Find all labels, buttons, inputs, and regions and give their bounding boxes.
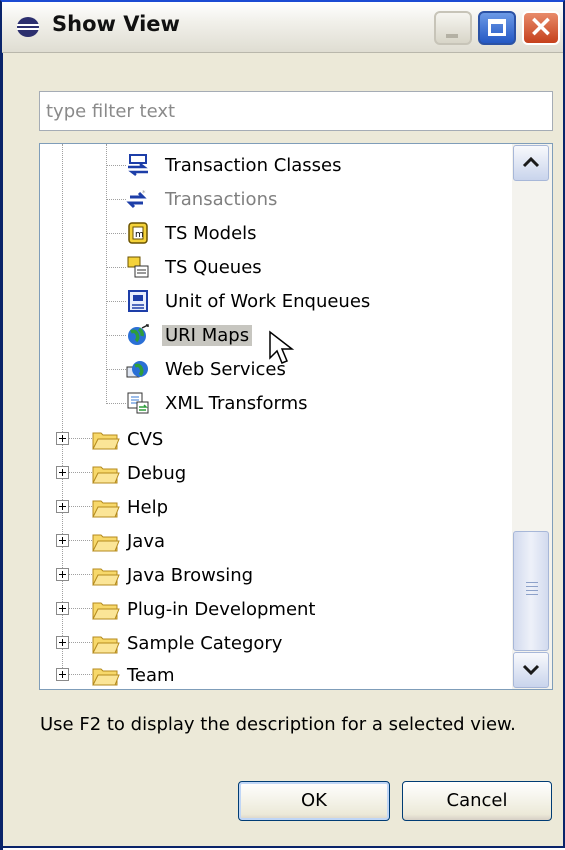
folder-icon (92, 534, 120, 552)
folder-icon (92, 568, 120, 586)
close-button[interactable]: × (522, 9, 560, 45)
tree-branch (106, 267, 126, 268)
svg-text:m: m (135, 230, 144, 240)
tree-category-team[interactable]: Team (40, 658, 510, 689)
tree-item-label: Unit of Work Enqueues (165, 291, 371, 312)
maximize-icon (488, 19, 506, 36)
tree-item-transaction-classes[interactable]: Transaction Classes (40, 148, 510, 182)
window-edge (0, 2, 3, 850)
view-tree: Transaction Classes * Transactions m TS … (39, 143, 553, 690)
tree-item-label: Transaction Classes (165, 155, 342, 176)
tree-item-label: XML Transforms (165, 393, 308, 414)
tree-category-java-browsing[interactable]: Java Browsing (40, 558, 510, 592)
filter-input[interactable] (39, 91, 553, 131)
expand-icon[interactable] (56, 500, 69, 513)
expand-icon[interactable] (56, 602, 69, 615)
tree-item-label: TS Models (165, 223, 257, 244)
grip-icon (526, 582, 538, 598)
chevron-up-icon (522, 156, 540, 168)
eclipse-icon (17, 17, 39, 37)
tree-category-help[interactable]: Help (40, 490, 510, 524)
folder-icon (92, 500, 120, 518)
tree-branch (68, 674, 92, 675)
tree-branch (106, 233, 126, 234)
tree-item-ts-queues[interactable]: TS Queues (40, 250, 510, 284)
tree-item-label: Java (127, 531, 166, 552)
xml-transforms-icon (127, 392, 149, 414)
expand-icon[interactable] (56, 466, 69, 479)
minimize-button[interactable] (434, 11, 472, 45)
ts-models-icon: m (128, 222, 148, 244)
folder-icon (92, 432, 120, 450)
tree-category-plug-in-development[interactable]: Plug-in Development (40, 592, 510, 626)
tree-item-label: CVS (127, 429, 164, 450)
web-services-icon (126, 361, 148, 378)
tree-branch (68, 574, 92, 575)
tree-branch (106, 335, 126, 336)
description-hint: Use F2 to display the description for a … (40, 714, 516, 735)
tree-category-java[interactable]: Java (40, 524, 510, 558)
folder-icon (92, 668, 120, 686)
tree-item-label: Help (127, 497, 169, 518)
tree-branch (106, 369, 126, 370)
tree-item-label: Java Browsing (127, 565, 254, 586)
expand-icon[interactable] (56, 636, 69, 649)
dialog-title: Show View (52, 12, 180, 36)
mouse-cursor-icon (269, 330, 295, 364)
tree-item-label: Sample Category (127, 633, 283, 654)
scroll-thumb[interactable] (513, 531, 549, 651)
expand-icon[interactable] (56, 668, 69, 681)
tree-category-debug[interactable]: Debug (40, 456, 510, 490)
tree-branch (68, 506, 92, 507)
title-bar[interactable]: Show View × (2, 2, 563, 53)
tree-item-xml-transforms[interactable]: XML Transforms (40, 386, 510, 420)
ok-button[interactable]: OK (238, 781, 390, 821)
expand-icon[interactable] (56, 432, 69, 445)
globe-icon (128, 324, 149, 345)
scroll-up-button[interactable] (513, 145, 549, 181)
unit-of-work-icon (128, 290, 148, 312)
transaction-classes-icon (128, 154, 148, 176)
tree-branch (68, 642, 92, 643)
tree-branch (106, 301, 126, 302)
cancel-button[interactable]: Cancel (402, 781, 552, 821)
close-icon: × (528, 9, 554, 44)
tree-branch (68, 472, 92, 473)
tree-item-label: Team (127, 665, 175, 686)
expand-icon[interactable] (56, 534, 69, 547)
folder-icon (92, 602, 120, 620)
tree-category-cvs[interactable]: CVS (40, 422, 510, 456)
tree-item-ts-models[interactable]: m TS Models (40, 216, 510, 250)
tree-item-label: Debug (127, 463, 187, 484)
tree-item-label: URI Maps (162, 325, 253, 346)
tree-rows: Transaction Classes * Transactions m TS … (40, 144, 512, 689)
maximize-button[interactable] (478, 11, 516, 45)
tree-item-label: TS Queues (165, 257, 262, 278)
folder-icon (92, 636, 120, 654)
transactions-icon: * (126, 189, 147, 209)
tree-branch (68, 540, 92, 541)
tree-branch (68, 438, 92, 439)
expand-icon[interactable] (56, 568, 69, 581)
tree-branch (106, 165, 126, 166)
tree-item-label: Plug-in Development (127, 599, 316, 620)
show-view-dialog: Show View × Transaction Classes (0, 0, 565, 850)
tree-branch (106, 403, 126, 404)
vertical-scrollbar[interactable] (512, 144, 552, 689)
svg-text:*: * (142, 189, 146, 197)
scroll-down-button[interactable] (513, 652, 549, 688)
folder-icon (92, 466, 120, 484)
tree-item-transactions[interactable]: * Transactions (40, 182, 510, 216)
minimize-icon (446, 34, 458, 38)
tree-branch (106, 199, 126, 200)
chevron-down-icon (522, 664, 540, 676)
tree-branch (68, 608, 92, 609)
tree-category-sample-category[interactable]: Sample Category (40, 626, 510, 660)
tree-item-unit-of-work-enqueues[interactable]: Unit of Work Enqueues (40, 284, 510, 318)
tree-item-label: Transactions (165, 189, 278, 210)
ts-queues-icon (127, 256, 149, 278)
